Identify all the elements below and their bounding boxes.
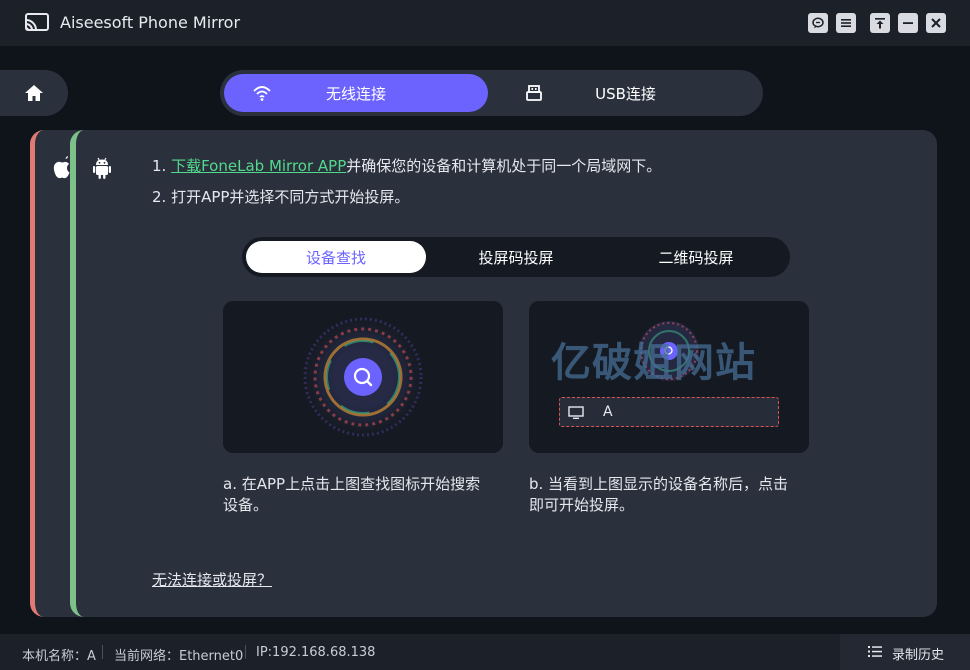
tab-usb-label: USB连接	[595, 84, 656, 103]
tab-usb[interactable]: USB连接	[492, 74, 759, 112]
status-divider	[245, 645, 246, 659]
tab-wireless[interactable]: 无线连接	[224, 74, 488, 112]
list-icon	[868, 646, 882, 657]
record-history-label: 录制历史	[892, 648, 945, 663]
status-divider	[102, 645, 103, 659]
watermark-text: 亿破姐网站	[551, 340, 756, 386]
mode-switch: 设备查找 投屏码投屏 二维码投屏	[242, 237, 790, 277]
machine-name: 本机名称：A	[22, 649, 96, 664]
tab-code-cast[interactable]: 投屏码投屏	[428, 241, 604, 273]
app-logo-icon	[25, 13, 49, 31]
ip-address: IP:192.168.68.138	[256, 645, 376, 660]
pin-button[interactable]	[870, 13, 890, 33]
tab-device-search[interactable]: 设备查找	[246, 241, 426, 273]
record-history-button[interactable]: 录制历史	[840, 634, 970, 670]
card-a-caption-line1: a. 在APP上点击上图查找图标开始搜索	[223, 475, 481, 493]
minimize-button[interactable]	[898, 13, 918, 33]
card-b-caption: b. 当看到上图显示的设备名称后，点击 即可开始投屏。	[529, 474, 788, 516]
minimize-icon	[903, 22, 913, 24]
step1-suffix: 并确保您的设备和计算机处于同一个局域网下。	[346, 157, 662, 175]
download-app-link[interactable]: 下载FoneLab Mirror APP	[171, 157, 346, 175]
menu-button[interactable]	[836, 13, 856, 33]
card-b-caption-line1: b. 当看到上图显示的设备名称后，点击	[529, 475, 789, 493]
android-icon[interactable]	[92, 156, 112, 180]
status-bar: 本机名称：A 当前网络：Ethernet0 IP:192.168.68.138 …	[0, 634, 970, 670]
feedback-button[interactable]	[808, 13, 828, 33]
feedback-icon	[812, 17, 824, 29]
card-a-caption-line2: 设备。	[223, 496, 269, 514]
cannot-connect-help-link[interactable]: 无法连接或投屏？	[152, 569, 272, 590]
current-network: 当前网络：Ethernet0	[114, 649, 244, 664]
step1-prefix: 1.	[152, 157, 172, 175]
pin-icon	[875, 18, 885, 29]
tab-wireless-label: 无线连接	[325, 84, 386, 103]
home-button[interactable]	[0, 70, 68, 116]
found-device-name: A	[603, 404, 613, 420]
close-button[interactable]	[926, 13, 946, 33]
connection-switch: 无线连接 USB连接	[220, 70, 763, 116]
card-a-caption: a. 在APP上点击上图查找图标开始搜索 设备。	[223, 474, 480, 516]
monitor-icon	[568, 406, 584, 419]
card-b-caption-line2: 即可开始投屏。	[529, 496, 635, 514]
tab-qr-cast[interactable]: 二维码投屏	[606, 241, 786, 273]
search-illustration-card	[223, 301, 503, 453]
menu-icon	[841, 19, 851, 27]
search-radar-illustration	[301, 315, 425, 439]
title-bar: Aiseesoft Phone Mirror	[0, 0, 970, 46]
close-icon	[931, 18, 941, 28]
instruction-step-2: 2. 打开APP并选择不同方式开始投屏。	[152, 188, 410, 206]
instruction-step-1: 1. 下载FoneLab Mirror APP并确保您的设备和计算机处于同一个局…	[152, 155, 661, 176]
home-icon	[25, 85, 43, 101]
apple-icon[interactable]	[52, 156, 72, 180]
found-device-item[interactable]: A	[559, 397, 779, 427]
app-title: Aiseesoft Phone Mirror	[60, 13, 241, 32]
